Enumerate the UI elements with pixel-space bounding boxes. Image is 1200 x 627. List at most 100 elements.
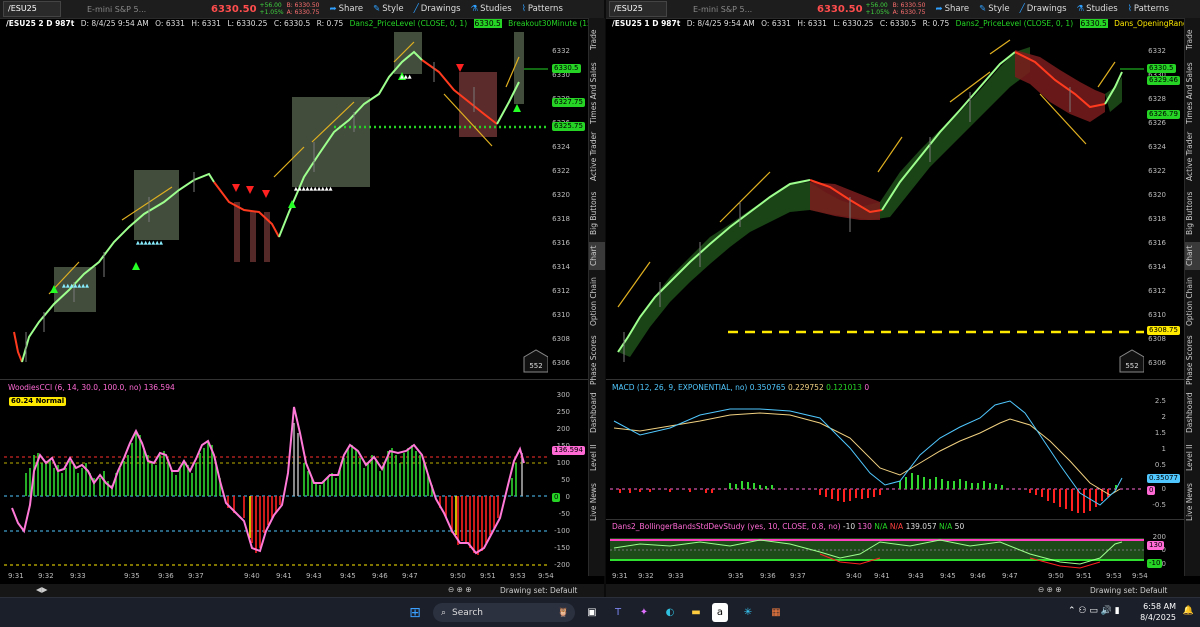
clock-time: 6:58 AM xyxy=(1143,602,1176,611)
tab-trade[interactable]: Trade xyxy=(1185,22,1200,58)
tab-big-buttons[interactable]: Big Buttons xyxy=(589,188,605,238)
change-block: +56.00 +1.05% xyxy=(259,2,284,16)
study-value: 6330.5 xyxy=(1079,19,1108,28)
bar-low: L: 6330.25 xyxy=(833,19,874,28)
tab-chart[interactable]: Chart xyxy=(1185,242,1200,270)
tab-trade[interactable]: Trade xyxy=(589,22,605,58)
macd-zero-tag: 0 xyxy=(1147,486,1156,495)
patterns-button[interactable]: ⌇ Patterns xyxy=(522,4,563,14)
left-price-chart[interactable]: ▲▲▲▲▲▲▲ ▲▲▲▲▲▲▲ ▲▲▲▲▲▲▲▲▲▲ ▲▲▲ 552 xyxy=(4,32,548,377)
patterns-icon: ⌇ xyxy=(1127,4,1132,14)
thinkorswim-icon[interactable]: ✳ xyxy=(738,603,758,622)
scroll-icon[interactable]: ◀▶ xyxy=(36,585,48,594)
studies-button[interactable]: ⚗ Studies xyxy=(471,4,512,14)
svg-text:▲▲▲▲▲▲▲▲▲▲: ▲▲▲▲▲▲▲▲▲▲ xyxy=(294,186,333,192)
teams-icon[interactable]: T xyxy=(608,603,628,622)
tab-active-trader[interactable]: Active Trader xyxy=(589,128,605,184)
price-tag: 6325.75 xyxy=(552,122,585,131)
tab-live-news[interactable]: Live News xyxy=(589,480,605,524)
tab-times-and-sales[interactable]: Times And Sales xyxy=(589,62,605,124)
bid-ask-block: B: 6330.50 A: 6330.75 xyxy=(892,2,926,16)
drawing-set-label[interactable]: Drawing set: Default xyxy=(1090,586,1167,595)
pane-divider[interactable] xyxy=(606,519,1184,520)
copilot-icon[interactable]: ✦ xyxy=(634,603,654,622)
bb-value-tag: 130 xyxy=(1147,541,1165,550)
symbol-input[interactable]: /ESU25 xyxy=(609,1,667,17)
cci-zero-tag: 0 xyxy=(552,493,561,502)
amazon-icon[interactable]: a xyxy=(712,603,728,622)
bar-open: O: 6331 xyxy=(761,19,791,28)
clock-date: 8/4/2025 xyxy=(1140,613,1176,622)
style-icon: ✎ xyxy=(979,4,987,14)
tab-phase-scores[interactable]: Phase Scores xyxy=(1185,334,1200,386)
right-price-chart[interactable]: 552 xyxy=(610,32,1144,377)
tab-active-trader[interactable]: Active Trader xyxy=(1185,128,1200,184)
patterns-button[interactable]: ⌇ Patterns xyxy=(1128,4,1169,14)
bb-chart[interactable] xyxy=(610,534,1144,572)
svg-text:▲▲▲: ▲▲▲ xyxy=(400,74,412,80)
cci-header: WoodiesCCI (6, 14, 30.0, 100.0, no) 136.… xyxy=(8,383,175,392)
tab-phase-scores[interactable]: Phase Scores xyxy=(589,334,605,386)
cci-value-tag: 136.594 xyxy=(552,446,585,455)
bar-range: R: 0.75 xyxy=(922,19,950,28)
tab-big-buttons[interactable]: Big Buttons xyxy=(1185,188,1200,238)
tab-dashboard[interactable]: Dashboard xyxy=(589,390,605,436)
price-tag: 6330.5 xyxy=(552,64,581,73)
macd-chart[interactable] xyxy=(610,393,1144,517)
pane-divider[interactable] xyxy=(0,379,588,380)
tab-live-news[interactable]: Live News xyxy=(1185,480,1200,524)
instrument-description: E-mini S&P 5... xyxy=(87,4,147,14)
bar-range: R: 0.75 xyxy=(316,19,344,28)
pane-divider[interactable] xyxy=(606,379,1184,380)
tick-count-badge: 552 xyxy=(1125,362,1138,370)
bb-value-tag: -10 xyxy=(1147,559,1163,568)
tab-level-ii[interactable]: Level II xyxy=(1185,440,1200,476)
bar-close: C: 6330.5 xyxy=(879,19,917,28)
style-button[interactable]: ✎ Style xyxy=(979,4,1009,14)
search-placeholder: Search xyxy=(452,607,483,618)
tab-level-ii[interactable]: Level II xyxy=(589,440,605,476)
macd-header: MACD (12, 26, 9, EXPONENTIAL, no) 0.3507… xyxy=(612,383,870,392)
clock[interactable]: 6:58 AM 8/4/2025 xyxy=(1140,601,1176,623)
drawing-set-label[interactable]: Drawing set: Default xyxy=(500,586,577,595)
app-icon[interactable]: ▦ xyxy=(766,603,786,622)
tab-chart[interactable]: Chart xyxy=(589,242,605,270)
share-icon: ➦ xyxy=(935,4,943,14)
notification-icon[interactable]: 🔔 xyxy=(1183,606,1194,616)
studies-button[interactable]: ⚗ Studies xyxy=(1077,4,1118,14)
bar-high: H: 6331 xyxy=(191,19,221,28)
study-label[interactable]: Dans2_PriceLevel (CLOSE, 0, 1) xyxy=(956,19,1074,28)
tab-dashboard[interactable]: Dashboard xyxy=(1185,390,1200,436)
file-explorer-icon[interactable]: ▬ xyxy=(686,603,706,622)
study-label[interactable]: Dans2_PriceLevel (CLOSE, 0, 1) xyxy=(350,19,468,28)
tab-option-chain[interactable]: Option Chain xyxy=(1185,274,1200,330)
bar-high: H: 6331 xyxy=(797,19,827,28)
left-chart-window: /ESU25 E-mini S&P 5... 6330.5 0 +56.00 +1.… xyxy=(0,0,605,598)
style-button[interactable]: ✎ Style xyxy=(373,4,403,14)
drawings-button[interactable]: ╱ Drawings xyxy=(414,4,461,14)
system-tray-icons[interactable]: ⌃ ⚇ ▭ 🔊 ▮ xyxy=(1068,606,1120,616)
drawings-button[interactable]: ╱ Drawings xyxy=(1020,4,1067,14)
bar-open: O: 6331 xyxy=(155,19,185,28)
zoom-controls[interactable]: ⊖ ⊕ ⊕ xyxy=(1038,585,1062,594)
drawings-icon: ╱ xyxy=(1019,4,1025,14)
right-side-tabs: Trade Times And Sales Active Trader Big … xyxy=(1184,18,1200,576)
task-view-icon[interactable]: ▣ xyxy=(582,603,602,622)
right-toolbar: /ESU25 E-mini S&P 5... 6330.50 +56.00 +1.… xyxy=(606,0,1200,19)
search-box[interactable]: ⌕ Search 🦉 xyxy=(433,603,575,622)
tab-times-and-sales[interactable]: Times And Sales xyxy=(1185,62,1200,124)
drawings-icon: ╱ xyxy=(413,4,419,14)
edge-icon[interactable]: ◐ xyxy=(660,603,680,622)
symbol-input[interactable]: /ESU25 xyxy=(3,1,61,17)
cci-chart[interactable] xyxy=(4,393,548,573)
share-button[interactable]: ➦ Share xyxy=(330,4,364,14)
bar-low: L: 6330.25 xyxy=(227,19,268,28)
share-button[interactable]: ➦ Share xyxy=(936,4,970,14)
bb-header: Dans2_BollingerBandsStdDevStudy (yes, 10… xyxy=(612,522,965,531)
chart-timeframe: /ESU25 1 D 987t xyxy=(612,19,681,28)
right-info-bar: /ESU25 1 D 987t D: 8/4/25 9:54 AM O: 633… xyxy=(606,19,1200,31)
start-icon[interactable]: ⊞ xyxy=(405,603,425,622)
search-icon: ⌕ xyxy=(441,607,447,618)
zoom-controls[interactable]: ⊖ ⊕ ⊕ xyxy=(448,585,472,594)
tab-option-chain[interactable]: Option Chain xyxy=(589,274,605,330)
